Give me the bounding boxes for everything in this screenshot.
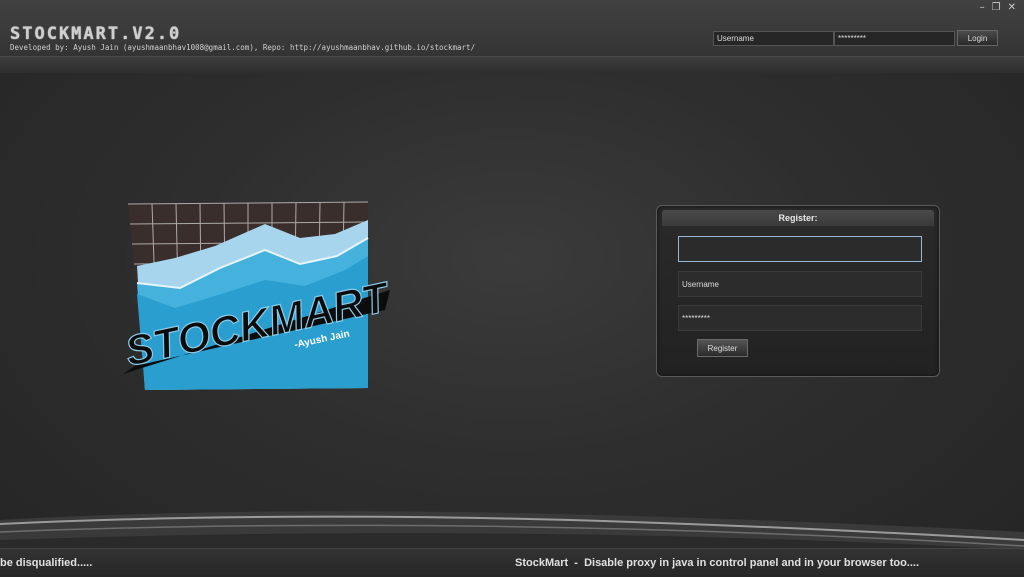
header-band xyxy=(0,56,1024,73)
login-password-input[interactable] xyxy=(834,31,955,46)
register-panel: Register: Register xyxy=(656,205,940,377)
ticker-left-text: be disqualified..... xyxy=(0,557,93,569)
app-header: STOCKMART.V2.0 Developed by: Ayush Jain … xyxy=(0,0,1024,58)
login-button[interactable]: Login xyxy=(957,30,998,46)
stockmart-logo: STOCKMART -Ayush Jain xyxy=(120,201,395,390)
ticker-right-text: StockMart - Disable proxy in java in con… xyxy=(515,557,920,569)
register-username-input[interactable] xyxy=(678,271,922,297)
register-title: Register: xyxy=(662,210,934,226)
login-username-input[interactable] xyxy=(713,31,834,46)
window-controls: – ❐ ✕ xyxy=(980,2,1016,13)
decorative-waves xyxy=(0,511,1024,550)
close-icon[interactable]: ✕ xyxy=(1008,2,1016,13)
register-password-input[interactable] xyxy=(678,305,922,331)
app-title: STOCKMART.V2.0 xyxy=(10,24,182,44)
register-name-input[interactable] xyxy=(678,236,922,262)
restore-icon[interactable]: ❐ xyxy=(992,2,1001,13)
register-button[interactable]: Register xyxy=(697,339,748,357)
minimize-icon[interactable]: – xyxy=(980,2,985,13)
app-subtitle: Developed by: Ayush Jain (ayushmaanbhav1… xyxy=(10,43,476,52)
ticker-bar: be disqualified..... StockMart - Disable… xyxy=(0,548,1024,577)
